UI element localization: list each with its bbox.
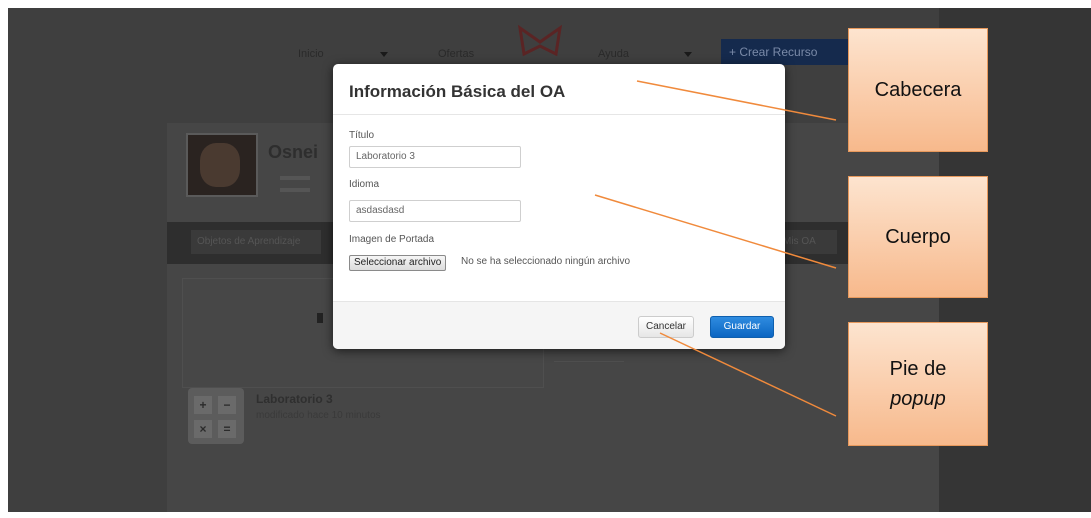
nav-item-ofertas[interactable]: Ofertas xyxy=(438,48,474,60)
language-input[interactable]: asdasdasd xyxy=(349,200,521,222)
file-status: No se ha seleccionado ningún archivo xyxy=(461,256,630,267)
modal-header-divider xyxy=(333,114,785,115)
cancel-button[interactable]: Cancelar xyxy=(638,316,694,338)
profile-meta xyxy=(280,176,310,180)
calculator-icon[interactable]: + − × = xyxy=(188,388,244,444)
cover-image-label: Imagen de Portada xyxy=(349,234,435,245)
nav-item-inicio[interactable]: Inicio xyxy=(298,48,324,60)
save-button[interactable]: Guardar xyxy=(710,316,774,338)
callout-footer-line1: Pie de xyxy=(889,358,947,380)
callout-header: Cabecera xyxy=(848,28,988,152)
chevron-down-icon[interactable] xyxy=(380,52,388,57)
nav-item-ayuda[interactable]: Ayuda xyxy=(598,48,629,60)
callout-footer-line2: popup xyxy=(890,388,946,410)
title-label: Título xyxy=(349,130,375,141)
avatar xyxy=(186,133,258,197)
logo-icon xyxy=(517,24,563,57)
profile-meta xyxy=(280,188,310,192)
select-file-button[interactable]: Seleccionar archivo xyxy=(349,255,447,271)
modal-title: Información Básica del OA xyxy=(349,82,566,101)
callout-body: Cuerpo xyxy=(848,176,988,298)
chevron-down-icon[interactable] xyxy=(684,52,692,57)
callout-body-label: Cuerpo xyxy=(885,226,951,248)
tab-mis-oa[interactable]: Mis OA xyxy=(777,230,837,254)
profile-name: Osnei xyxy=(268,142,319,162)
basic-info-modal: Información Básica del OA Título Laborat… xyxy=(333,64,785,349)
item-subtitle: modificado hace 10 minutos xyxy=(256,410,381,421)
item-title[interactable]: Laboratorio 3 xyxy=(256,392,333,406)
language-label: Idioma xyxy=(349,179,380,190)
callout-header-label: Cabecera xyxy=(874,79,962,101)
callout-footer: Pie de popup xyxy=(848,322,988,446)
title-input[interactable]: Laboratorio 3 xyxy=(349,146,521,168)
create-resource-button[interactable]: + Crear Recurso xyxy=(721,39,861,65)
tab-objetos[interactable]: Objetos de Aprendizaje xyxy=(191,230,321,254)
gallery-marker xyxy=(317,313,323,323)
